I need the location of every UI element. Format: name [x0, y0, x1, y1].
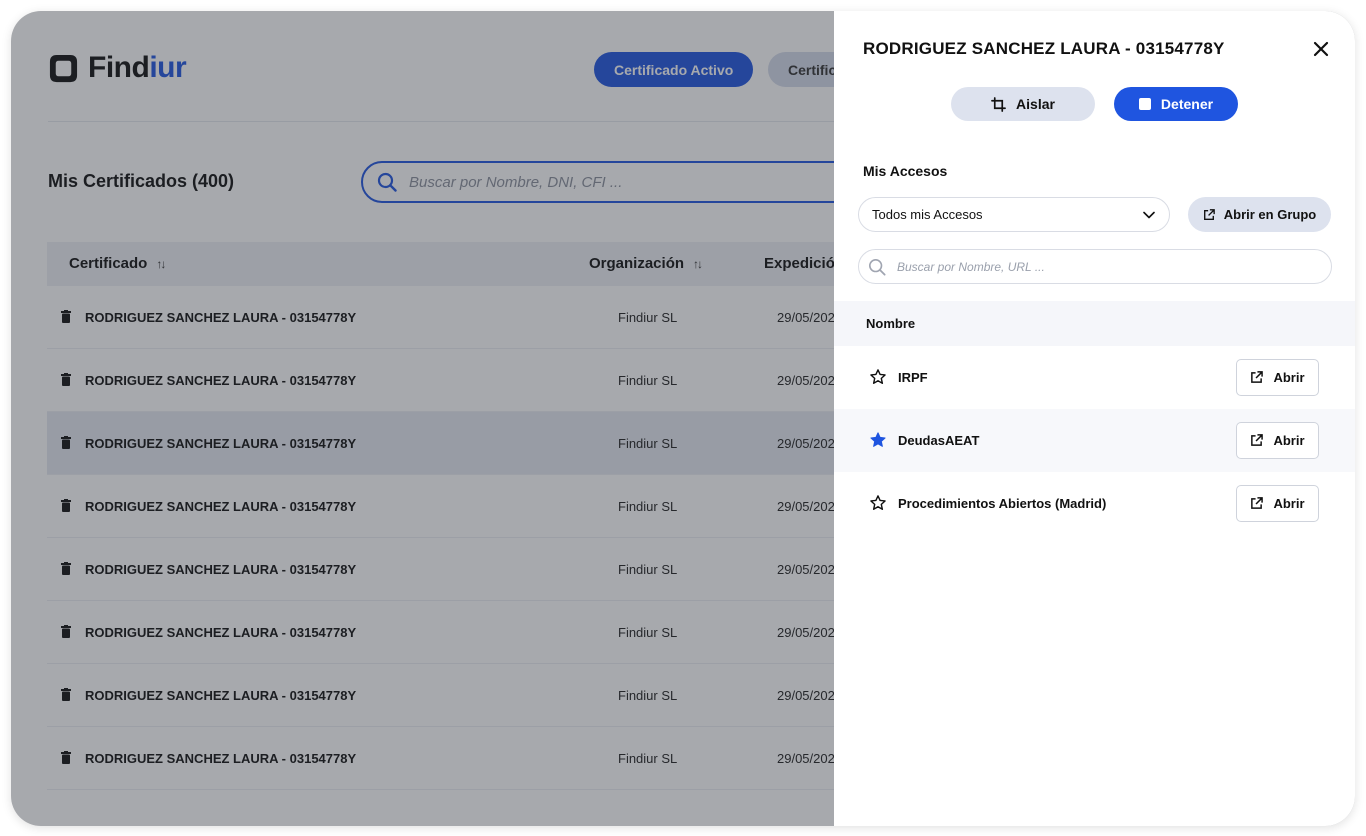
- open-access-button[interactable]: Abrir: [1236, 422, 1319, 459]
- open-group-label: Abrir en Grupo: [1223, 207, 1317, 222]
- drawer-title: RODRIGUEZ SANCHEZ LAURA - 03154778Y: [863, 39, 1225, 58]
- access-row: Procedimientos Abiertos (Madrid) Abrir: [834, 472, 1355, 535]
- external-link-icon: [1251, 371, 1264, 383]
- external-link-icon: [1203, 208, 1215, 220]
- chevron-down-icon: [1143, 211, 1155, 218]
- access-name: IRPF: [898, 370, 928, 385]
- app-window: Findiur Certificado Activo Certific Mis …: [11, 11, 1355, 826]
- access-search-placeholder: Buscar por Nombre, URL ...: [897, 259, 1045, 274]
- column-nombre: Nombre: [866, 316, 916, 331]
- access-filter-select[interactable]: Todos mis Accesos: [858, 197, 1170, 232]
- access-filter-value: Todos mis Accesos: [872, 207, 983, 222]
- access-row: IRPF Abrir: [834, 346, 1355, 409]
- access-list-header: Nombre: [834, 301, 1355, 346]
- access-name: DeudasAEAT: [898, 433, 980, 448]
- close-icon[interactable]: [1311, 39, 1331, 59]
- star-outline-icon[interactable]: [869, 368, 887, 386]
- isolate-button[interactable]: Aislar: [951, 87, 1095, 121]
- section-title: Mis Accesos: [863, 163, 948, 179]
- external-link-icon: [1251, 434, 1264, 446]
- access-search-input[interactable]: Buscar por Nombre, URL ...: [858, 249, 1332, 284]
- stop-button[interactable]: Detener: [1114, 87, 1238, 121]
- open-label: Abrir: [1273, 370, 1305, 385]
- stop-icon: [1138, 98, 1151, 110]
- crop-icon: [991, 96, 1006, 112]
- star-filled-icon[interactable]: [869, 431, 887, 449]
- open-access-button[interactable]: Abrir: [1236, 359, 1319, 396]
- stop-label: Detener: [1160, 96, 1214, 112]
- external-link-icon: [1251, 497, 1264, 509]
- open-label: Abrir: [1273, 496, 1305, 511]
- isolate-label: Aislar: [1016, 96, 1055, 112]
- access-row: DeudasAEAT Abrir: [834, 409, 1355, 472]
- open-label: Abrir: [1273, 433, 1305, 448]
- star-outline-icon[interactable]: [869, 494, 887, 512]
- certificate-drawer: RODRIGUEZ SANCHEZ LAURA - 03154778Y Aisl…: [834, 11, 1355, 826]
- access-name: Procedimientos Abiertos (Madrid): [898, 496, 1107, 511]
- search-icon: [868, 258, 886, 276]
- open-group-button[interactable]: Abrir en Grupo: [1188, 197, 1331, 232]
- open-access-button[interactable]: Abrir: [1236, 485, 1319, 522]
